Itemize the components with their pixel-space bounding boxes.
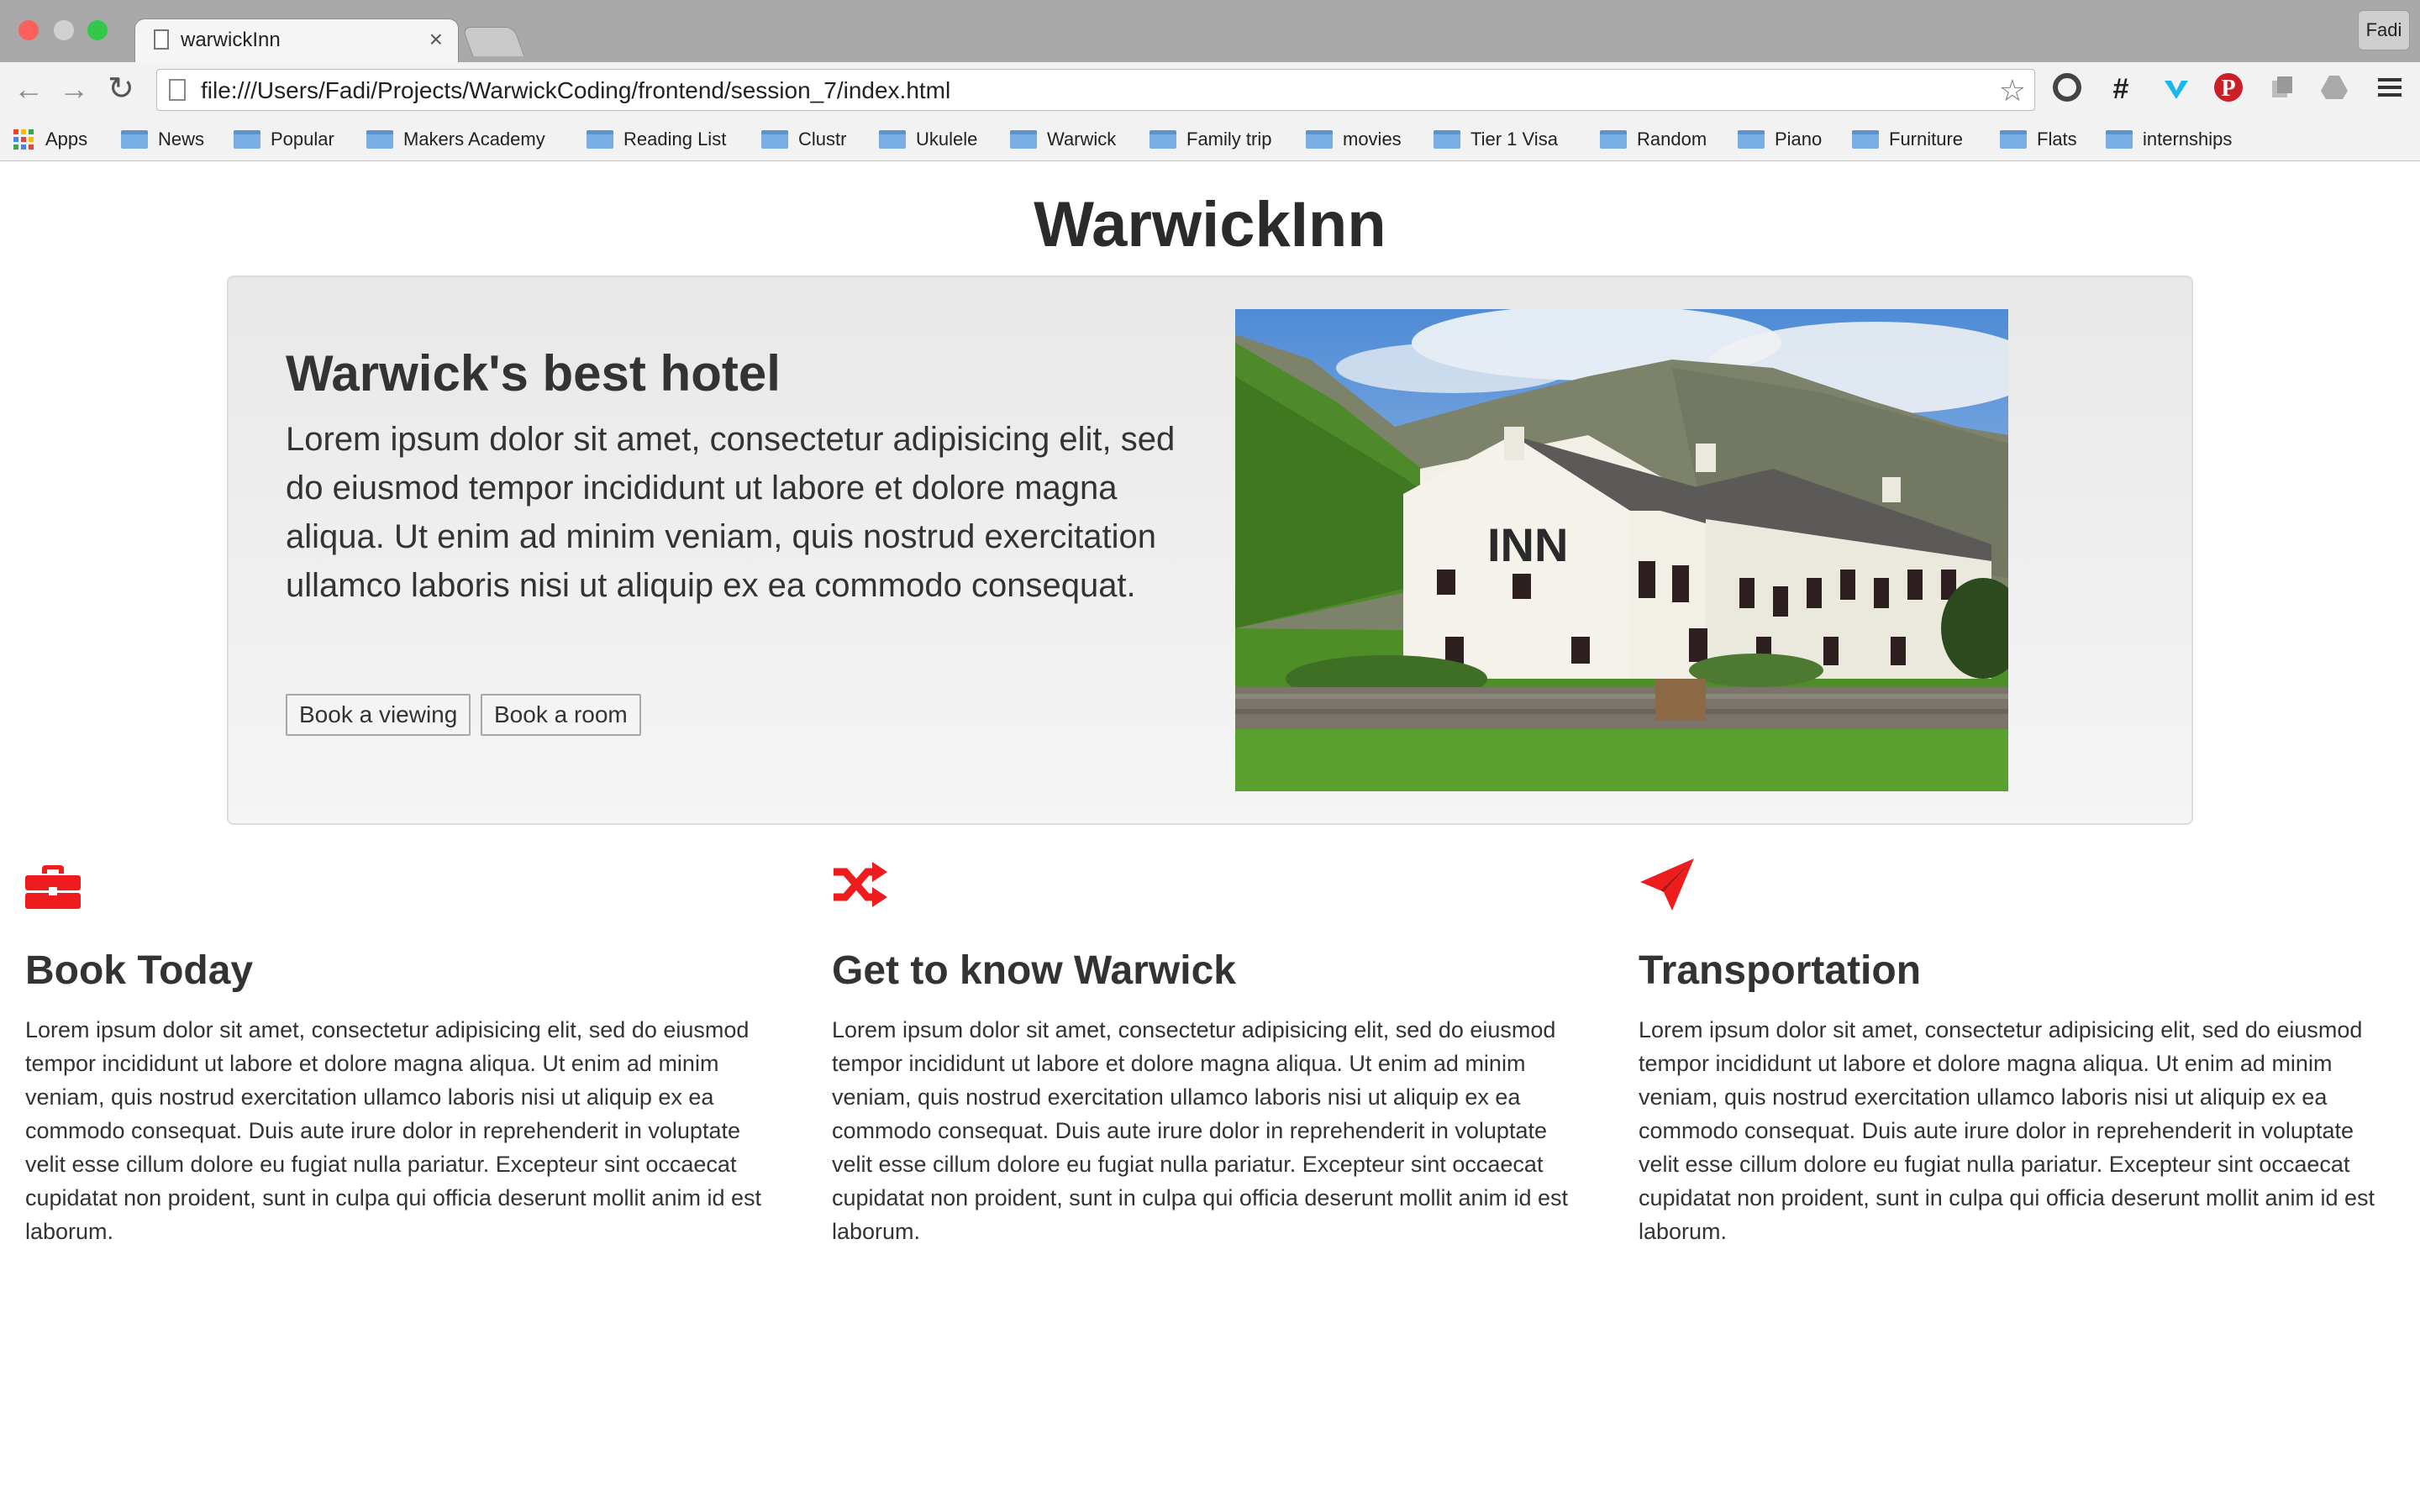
folder-icon xyxy=(1852,130,1879,149)
feature-heading: Transportation xyxy=(1639,948,1922,993)
opera-icon[interactable] xyxy=(2050,72,2084,106)
folder-icon xyxy=(121,130,148,149)
folder-icon xyxy=(1010,130,1037,149)
bookmark-star-icon[interactable]: ☆ xyxy=(1999,73,2026,108)
briefcase-icon xyxy=(25,865,81,909)
bookmark-label: Clustr xyxy=(798,129,847,150)
forward-arrow-icon[interactable]: → xyxy=(59,71,89,108)
folder-icon xyxy=(366,130,393,149)
inn-sign-text: INN xyxy=(1487,518,1568,571)
bookmark-folder[interactable]: Piano xyxy=(1738,118,1822,161)
reload-icon[interactable]: ↻ xyxy=(108,71,134,108)
new-tab-button[interactable] xyxy=(461,27,525,56)
browser-toolbar: ← → ↻ file:///Users/Fadi/Projects/Warwic… xyxy=(0,62,2420,118)
bookmark-folder[interactable]: Makers Academy xyxy=(366,118,545,161)
bookmark-folder[interactable]: Popular xyxy=(234,118,334,161)
bookmark-label: Reading List xyxy=(623,129,727,150)
folder-icon xyxy=(2000,130,2027,149)
hero-text: Lorem ipsum dolor sit amet, consectetur … xyxy=(286,421,1176,604)
hero-jumbotron: Warwick's best hotel Lorem ipsum dolor s… xyxy=(227,276,2193,825)
folder-icon xyxy=(1150,130,1176,149)
folder-icon xyxy=(1306,130,1333,149)
address-bar[interactable]: file:///Users/Fadi/Projects/WarwickCodin… xyxy=(156,69,2035,111)
book-viewing-button[interactable]: Book a viewing xyxy=(286,694,471,736)
svg-text:P: P xyxy=(2221,76,2235,102)
bookmark-folder[interactable]: Clustr xyxy=(761,118,846,161)
apps-grid-icon xyxy=(13,129,34,150)
pinterest-icon[interactable]: P xyxy=(2212,72,2245,106)
bookmark-label: Piano xyxy=(1775,129,1823,150)
folder-icon xyxy=(2106,130,2133,149)
copy-icon[interactable] xyxy=(2265,72,2299,106)
bookmark-folder[interactable]: Random xyxy=(1600,118,1707,161)
browser-chrome: warwickInn × Fadi ← → ↻ file:///Users/Fa… xyxy=(0,0,2420,161)
hero-heading: Warwick's best hotel xyxy=(286,345,781,402)
profile-button[interactable]: Fadi xyxy=(2358,10,2410,50)
folder-icon xyxy=(1600,130,1627,149)
feature-text: Lorem ipsum dolor sit amet, consectetur … xyxy=(1639,1017,2375,1244)
hero-image: INN xyxy=(1235,309,2008,791)
bookmark-folder[interactable]: Flats xyxy=(2000,118,2077,161)
bookmark-label: movies xyxy=(1343,129,1402,150)
tab-close-icon[interactable]: × xyxy=(429,26,443,53)
feature-heading: Book Today xyxy=(25,948,254,993)
minimize-window-button[interactable] xyxy=(54,20,74,40)
bookmark-apps[interactable]: Apps xyxy=(13,118,87,161)
url-text: file:///Users/Fadi/Projects/WarwickCodin… xyxy=(201,77,951,103)
paper-plane-icon xyxy=(1640,858,1694,911)
feature-text: Lorem ipsum dolor sit amet, consectetur … xyxy=(25,1017,762,1244)
vimeo-icon[interactable] xyxy=(2160,72,2193,106)
folder-icon xyxy=(1738,130,1765,149)
folder-icon xyxy=(234,130,260,149)
back-arrow-icon[interactable]: ← xyxy=(13,71,44,108)
bookmark-label: Tier 1 Visa xyxy=(1470,129,1558,150)
folder-icon xyxy=(1434,130,1460,149)
inn-photo: INN xyxy=(1235,309,2008,791)
page-icon xyxy=(169,79,186,101)
folder-icon xyxy=(879,130,906,149)
folder-icon xyxy=(587,130,613,149)
bookmark-label: Furniture xyxy=(1889,129,1964,150)
title-bar: warwickInn × Fadi xyxy=(0,0,2420,64)
shuffle-icon xyxy=(834,862,887,907)
feature-text: Lorem ipsum dolor sit amet, consectetur … xyxy=(832,1017,1569,1244)
browser-tab[interactable]: warwickInn × xyxy=(134,18,459,64)
bookmark-folder[interactable]: movies xyxy=(1306,118,1402,161)
tab-title: warwickInn xyxy=(181,29,281,51)
drive-icon[interactable] xyxy=(2317,72,2351,106)
hashtag-icon[interactable]: # xyxy=(2104,72,2138,106)
bookmark-label: Makers Academy xyxy=(403,129,545,150)
folder-icon xyxy=(761,130,788,149)
feature-heading: Get to know Warwick xyxy=(832,948,1236,993)
bookmark-label: Random xyxy=(1637,129,1707,150)
page-title: WarwickInn xyxy=(1034,189,1386,260)
bookmark-folder[interactable]: Reading List xyxy=(587,118,726,161)
bookmark-folder[interactable]: Furniture xyxy=(1852,118,1963,161)
bookmark-folder[interactable]: News xyxy=(121,118,204,161)
bookmark-folder[interactable]: Warwick xyxy=(1010,118,1116,161)
bookmark-label: News xyxy=(158,129,205,150)
bookmark-folder[interactable]: internships xyxy=(2106,118,2232,161)
bookmark-label: Warwick xyxy=(1047,129,1117,150)
bookmark-label: internships xyxy=(2143,129,2233,150)
bookmark-label: Apps xyxy=(45,129,88,150)
document-icon xyxy=(154,29,169,50)
bookmark-folder[interactable]: Family trip xyxy=(1150,118,1271,161)
bookmark-label: Flats xyxy=(2037,129,2077,150)
zoom-window-button[interactable] xyxy=(87,20,108,40)
bookmark-folder[interactable]: Tier 1 Visa xyxy=(1434,118,1558,161)
book-room-button[interactable]: Book a room xyxy=(481,694,641,736)
bookmark-label: Popular xyxy=(271,129,334,150)
close-window-button[interactable] xyxy=(18,20,39,40)
bookmark-folder[interactable]: Ukulele xyxy=(879,118,977,161)
menu-icon[interactable] xyxy=(2373,72,2407,106)
bookmarks-bar: Apps News Popular Makers Academy Reading… xyxy=(0,118,2420,161)
bookmark-label: Ukulele xyxy=(916,129,978,150)
bookmark-label: Family trip xyxy=(1186,129,1272,150)
